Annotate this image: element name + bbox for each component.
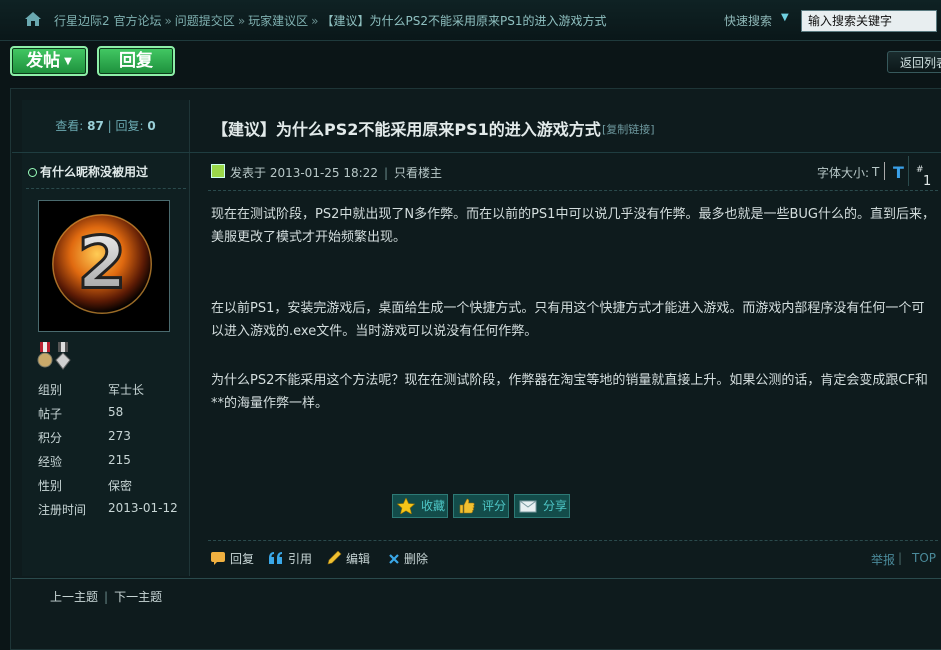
divider bbox=[12, 578, 941, 579]
share-button[interactable]: 分享 bbox=[514, 494, 570, 518]
divider bbox=[884, 162, 885, 180]
thread-nav-separator: | bbox=[104, 590, 109, 604]
divider bbox=[208, 190, 938, 191]
next-thread-link[interactable]: 下一主题 bbox=[114, 590, 162, 604]
envelope-icon bbox=[519, 500, 537, 513]
delete-link[interactable]: 删除 bbox=[388, 550, 428, 567]
divider bbox=[208, 540, 938, 541]
post-paragraph: 在以前PS1，安装完游戏后，桌面给生成一个快捷方式。只有用这个快捷方式才能进入游… bbox=[211, 301, 925, 339]
reply-link[interactable]: 回复 bbox=[210, 550, 254, 567]
post-paragraph: 现在在测试阶段，PS2中就出现了N多作弊。而在以前的PS1中可以说几乎没有作弊。… bbox=[211, 207, 935, 245]
profile-key: 积分 bbox=[38, 431, 63, 445]
new-post-button[interactable]: 发帖 ▼ bbox=[10, 46, 88, 76]
profile-value: 215 bbox=[108, 453, 131, 467]
breadcrumb-separator: » bbox=[311, 14, 319, 28]
close-icon bbox=[389, 554, 399, 564]
profile-value: 军士长 bbox=[108, 383, 145, 397]
divider bbox=[26, 188, 186, 189]
quote-link-label: 引用 bbox=[288, 552, 313, 566]
delete-link-label: 删除 bbox=[404, 552, 429, 566]
only-author-link[interactable]: 只看楼主 bbox=[394, 166, 442, 180]
post-title: 【建议】为什么PS2不能采用原来PS1的进入游戏方式 bbox=[212, 120, 601, 139]
profile-key: 注册时间 bbox=[38, 503, 87, 517]
report-link[interactable]: 举报 bbox=[871, 551, 895, 568]
quote-link[interactable]: 引用 bbox=[268, 550, 312, 567]
share-label: 分享 bbox=[543, 499, 568, 513]
quote-icon bbox=[269, 552, 282, 564]
author-online-icon bbox=[211, 164, 225, 178]
floor-number[interactable]: 1 # bbox=[908, 156, 939, 189]
reply-button[interactable]: 回复 bbox=[97, 46, 175, 76]
chevron-down-icon[interactable]: ▼ bbox=[781, 12, 789, 23]
breadcrumb-suggestion-section[interactable]: 玩家建议区 bbox=[248, 14, 308, 28]
views-label: 查看: bbox=[55, 119, 84, 133]
stats-separator: | bbox=[107, 119, 116, 133]
meta-separator: | bbox=[383, 166, 388, 180]
new-post-label: 发帖 bbox=[26, 51, 61, 71]
footer-separator: | bbox=[898, 551, 903, 565]
font-small-button[interactable]: T bbox=[872, 165, 879, 179]
post-meta: 发表于 2013-01-25 18:22 | 只看楼主 bbox=[230, 164, 442, 181]
rate-button[interactable]: 评分 bbox=[453, 494, 509, 518]
favorite-label: 收藏 bbox=[421, 499, 446, 513]
thread-stats: 查看: 87 | 回复: 0 bbox=[22, 117, 189, 134]
back-to-top-link[interactable]: TOP bbox=[912, 551, 936, 565]
quick-search-label[interactable]: 快速搜索 bbox=[724, 12, 772, 29]
speech-bubble-icon bbox=[211, 552, 225, 565]
thread-navigation: 上一主题 | 下一主题 bbox=[50, 588, 162, 605]
search-input[interactable] bbox=[801, 10, 937, 32]
breadcrumb-forum-home[interactable]: 行星边际2 官方论坛 bbox=[54, 14, 161, 28]
medal-icon bbox=[55, 342, 71, 370]
medal-icon bbox=[37, 342, 53, 368]
copy-link-button[interactable]: [复制链接] bbox=[602, 121, 655, 137]
pencil-icon bbox=[327, 551, 342, 565]
medals bbox=[37, 342, 71, 370]
post-paragraph: 为什么PS2不能采用这个方法呢？现在在测试阶段，作弊器在淘宝等地的销量就直接上升… bbox=[211, 373, 928, 411]
profile-key: 帖子 bbox=[38, 407, 63, 421]
profile-key: 组别 bbox=[38, 383, 63, 397]
online-status-icon bbox=[28, 168, 37, 177]
author-name-text: 有什么昵称没被用过 bbox=[40, 165, 149, 179]
thumbs-up-icon bbox=[459, 498, 475, 514]
reply-link-label: 回复 bbox=[230, 552, 255, 566]
breadcrumb-separator: » bbox=[237, 14, 246, 28]
chevron-down-icon: ▼ bbox=[64, 56, 72, 67]
profile-key: 性别 bbox=[38, 479, 63, 493]
post-date: 发表于 2013-01-25 18:22 bbox=[230, 166, 378, 180]
edit-link[interactable]: 编辑 bbox=[326, 550, 370, 567]
home-icon[interactable] bbox=[24, 11, 42, 27]
breadcrumb: 行星边际2 官方论坛» 问题提交区» 玩家建议区» 【建议】为什么PS2不能采用原来P… bbox=[54, 12, 607, 29]
font-size-label: 字体大小: bbox=[817, 166, 870, 180]
top-breadcrumb-bar: 行星边际2 官方论坛» 问题提交区» 玩家建议区» 【建议】为什么PS2不能采用原来P… bbox=[0, 0, 941, 41]
back-to-list-button[interactable]: 返回列表 bbox=[887, 51, 941, 73]
author-name[interactable]: 有什么昵称没被用过 bbox=[28, 163, 148, 180]
avatar[interactable]: 2 bbox=[38, 200, 170, 332]
star-icon bbox=[397, 498, 415, 514]
profile-value[interactable]: 58 bbox=[108, 405, 123, 419]
profile-value: 273 bbox=[108, 429, 131, 443]
profile-key: 经验 bbox=[38, 455, 63, 469]
views-count: 87 bbox=[87, 119, 104, 133]
avatar-text: 2 bbox=[77, 222, 126, 305]
replies-count: 0 bbox=[147, 119, 156, 133]
favorite-button[interactable]: 收藏 bbox=[392, 494, 448, 518]
floor-number-value: 1 bbox=[923, 174, 932, 189]
reply-button-label: 回复 bbox=[119, 51, 153, 71]
replies-label: 回复: bbox=[115, 119, 144, 133]
breadcrumb-separator: » bbox=[164, 14, 172, 28]
previous-thread-link[interactable]: 上一主题 bbox=[50, 590, 98, 604]
profile-value: 保密 bbox=[108, 479, 133, 493]
font-large-button[interactable]: T bbox=[893, 163, 904, 182]
breadcrumb-current-thread[interactable]: 【建议】为什么PS2不能采用原来PS1的进入游戏方式 bbox=[322, 14, 607, 28]
profile-value: 2013-01-12 bbox=[108, 501, 178, 515]
divider bbox=[12, 152, 941, 153]
breadcrumb-issue-section[interactable]: 问题提交区 bbox=[175, 14, 235, 28]
edit-link-label: 编辑 bbox=[346, 552, 371, 566]
rate-label: 评分 bbox=[482, 499, 507, 513]
